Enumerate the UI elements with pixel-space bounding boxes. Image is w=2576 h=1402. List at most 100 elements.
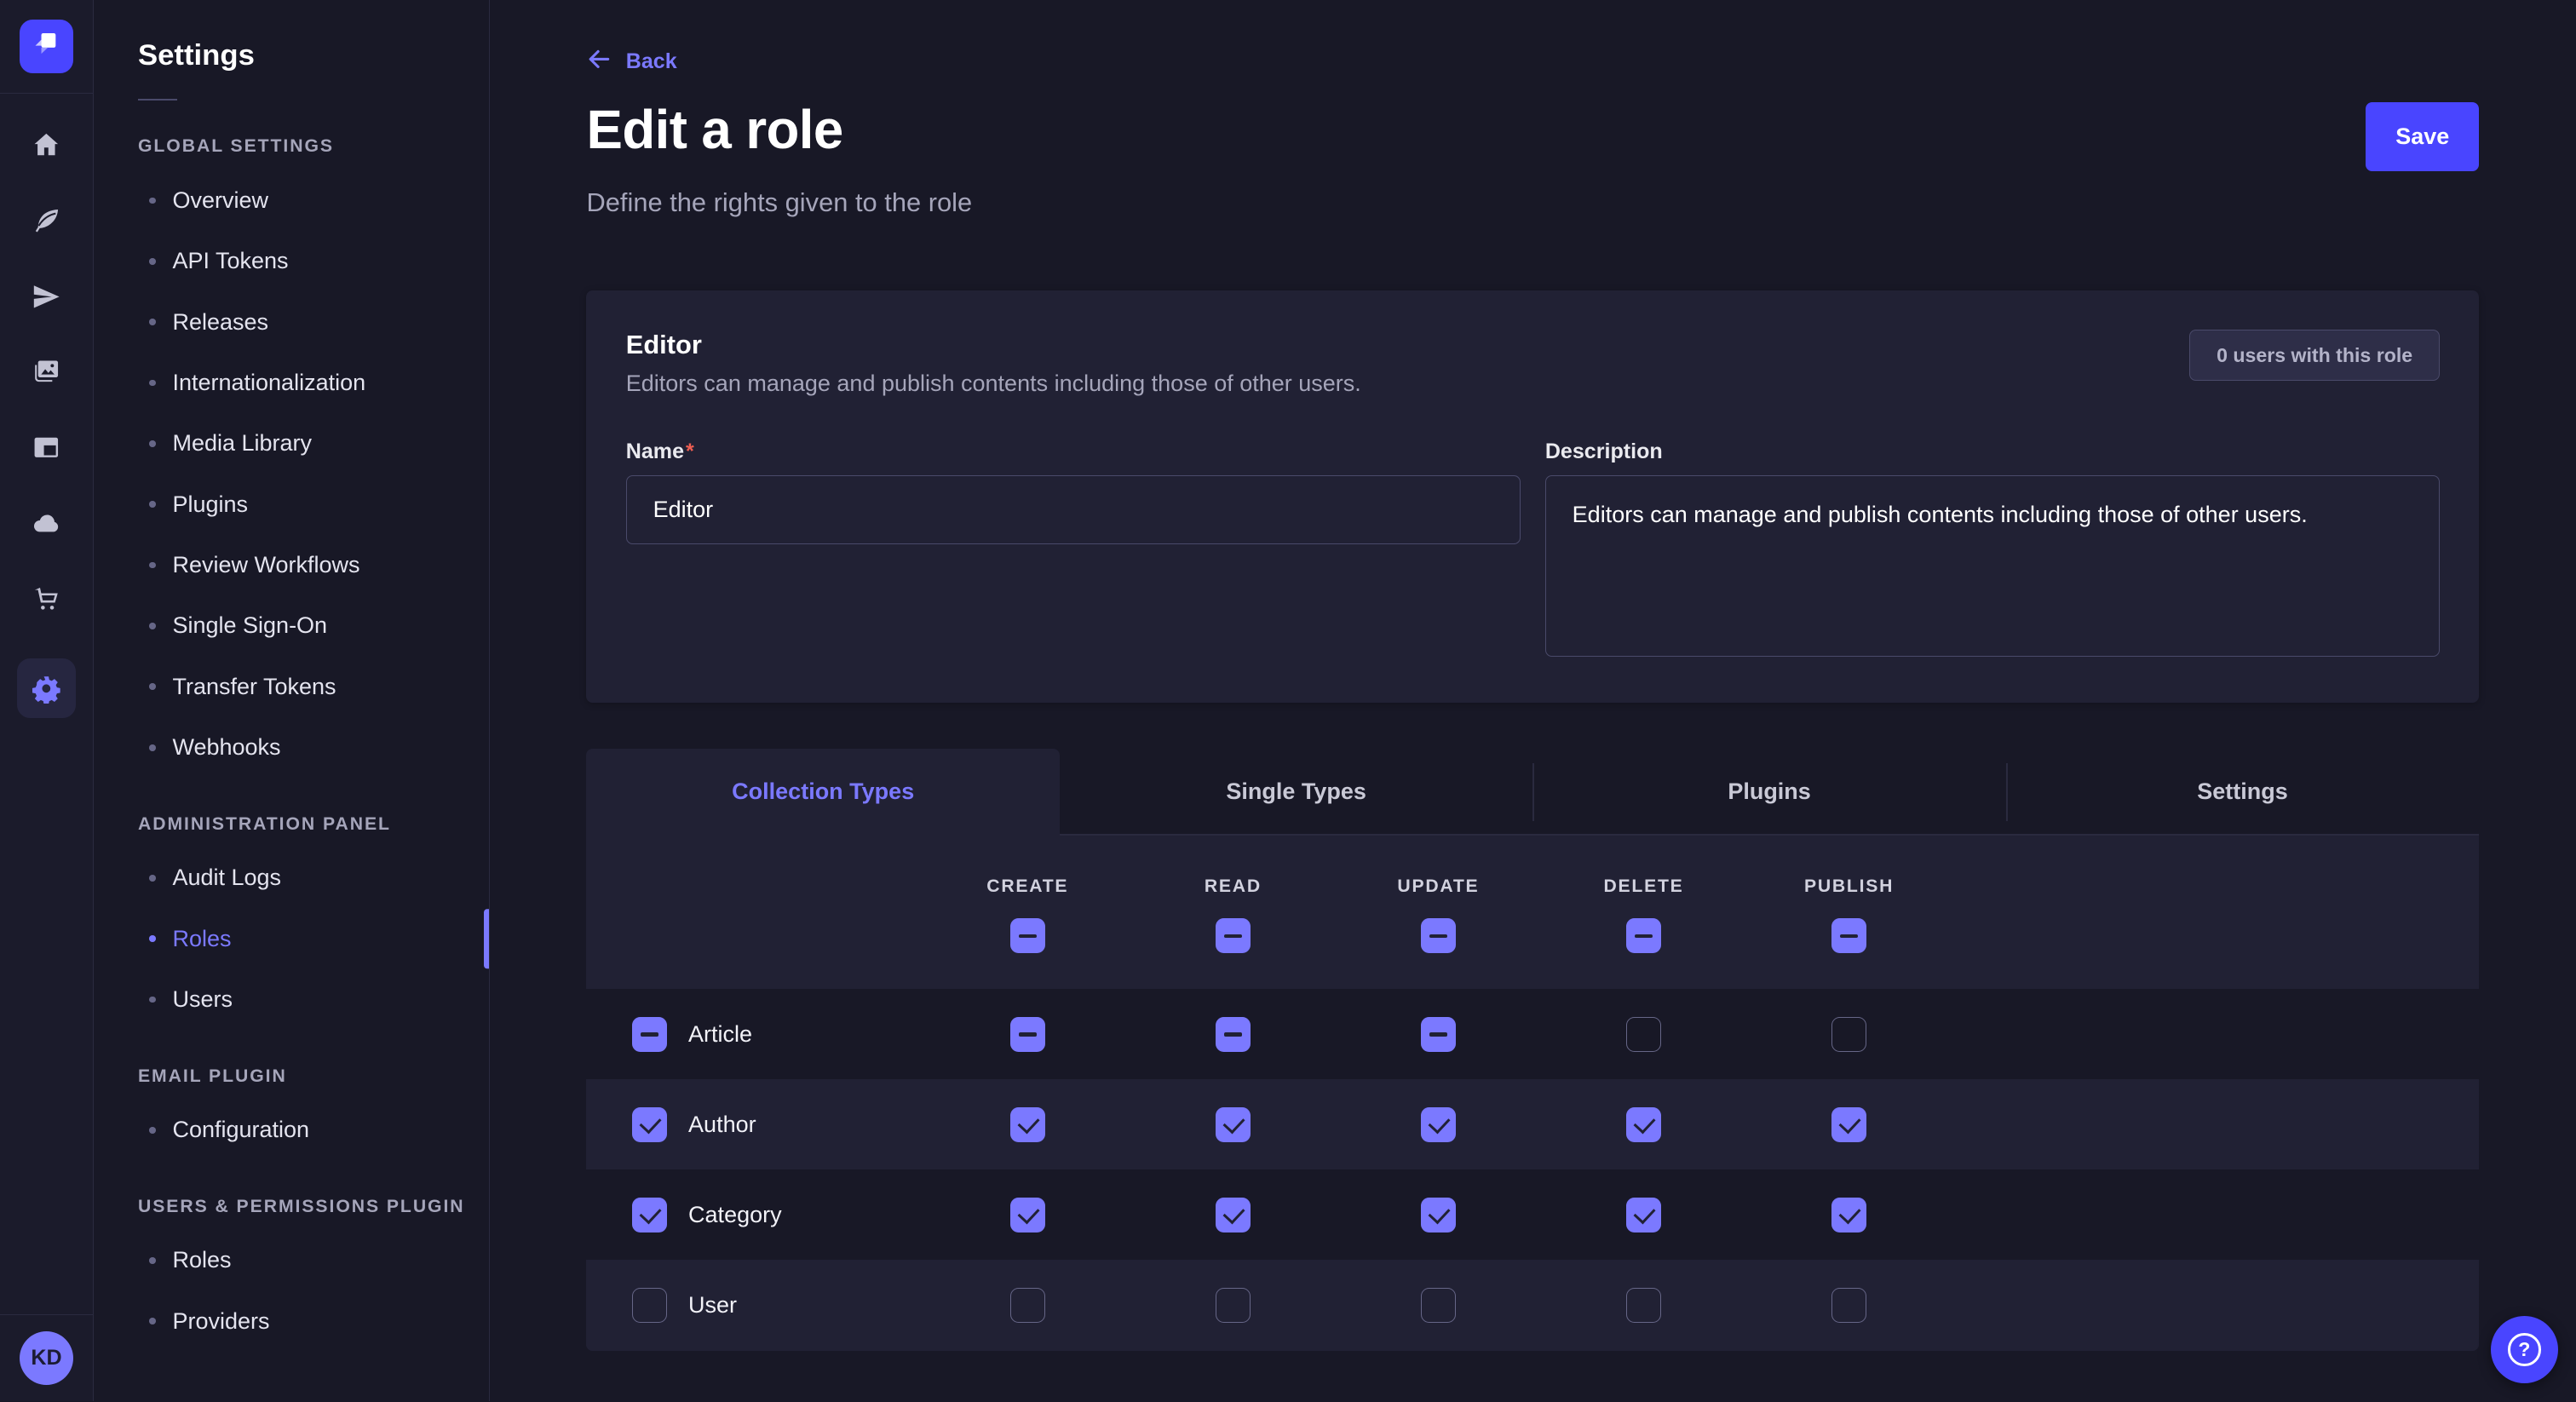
bullet-icon: [149, 744, 156, 751]
master-checkbox-create[interactable]: [1010, 918, 1045, 953]
sidebar-item-label: API Tokens: [172, 248, 288, 274]
checkbox-category-update[interactable]: [1421, 1198, 1456, 1232]
main-content: Back Edit a role Save Define the rights …: [490, 0, 2576, 1401]
tab-plugins[interactable]: Plugins: [1532, 749, 2005, 836]
checkbox-author-publish[interactable]: [1831, 1107, 1866, 1142]
name-field-group: Name*: [626, 440, 1521, 664]
sidebar-item-review-workflows[interactable]: Review Workflows: [94, 535, 489, 595]
sidebar-item-providers[interactable]: Providers: [94, 1291, 489, 1352]
rail-item-marketplace[interactable]: [31, 583, 62, 615]
rail-item-home[interactable]: [31, 129, 62, 161]
sidebar-item-releases[interactable]: Releases: [94, 292, 489, 353]
subnav-title-divider: [138, 99, 177, 101]
row-checkbox-article[interactable]: [632, 1017, 667, 1052]
sidebar-item-transfer-tokens[interactable]: Transfer Tokens: [94, 657, 489, 717]
sidebar-item-roles[interactable]: Roles: [94, 909, 489, 969]
sidebar-item-configuration[interactable]: Configuration: [94, 1100, 489, 1160]
checkbox-author-create[interactable]: [1010, 1107, 1045, 1142]
checkbox-article-delete[interactable]: [1626, 1017, 1661, 1052]
user-avatar[interactable]: KD: [20, 1331, 74, 1386]
checkbox-category-publish[interactable]: [1831, 1198, 1866, 1232]
subnav-section: USERS & PERMISSIONS PLUGINRolesProviders: [94, 1197, 489, 1352]
rail-item-content-manager[interactable]: [31, 205, 62, 237]
sidebar-item-roles[interactable]: Roles: [94, 1230, 489, 1290]
master-checkbox-publish[interactable]: [1831, 918, 1866, 953]
description-textarea[interactable]: Editors can manage and publish contents …: [1545, 475, 2440, 656]
rail-item-content-type-builder[interactable]: [31, 432, 62, 463]
users-with-role-badge[interactable]: 0 users with this role: [2189, 330, 2440, 381]
strapi-logo-button[interactable]: [20, 20, 74, 74]
row-checkbox-author[interactable]: [632, 1107, 667, 1142]
row-checkbox-user[interactable]: [632, 1288, 667, 1323]
sidebar-item-label: Transfer Tokens: [172, 674, 336, 700]
sidebar-item-webhooks[interactable]: Webhooks: [94, 717, 489, 778]
name-input[interactable]: [626, 475, 1521, 544]
checkbox-author-update[interactable]: [1421, 1107, 1456, 1142]
page-subtitle: Define the rights given to the role: [586, 187, 2479, 218]
sidebar-item-internationalization[interactable]: Internationalization: [94, 353, 489, 413]
checkbox-author-delete[interactable]: [1626, 1107, 1661, 1142]
strapi-logo-icon: [31, 27, 62, 66]
rail-item-settings[interactable]: [17, 658, 76, 717]
sidebar-item-media-library[interactable]: Media Library: [94, 413, 489, 474]
permissions-table: CREATEREADUPDATEDELETEPUBLISH ArticleAut…: [586, 836, 2479, 1350]
sidebar-item-label: Media Library: [172, 430, 312, 457]
bullet-icon: [149, 1127, 156, 1134]
sidebar-item-plugins[interactable]: Plugins: [94, 474, 489, 535]
sidebar-item-single-sign-on[interactable]: Single Sign-On: [94, 595, 489, 656]
section-label: EMAIL PLUGIN: [94, 1066, 489, 1087]
rail-item-paper-plane[interactable]: [31, 281, 62, 313]
icon-rail: KD: [0, 0, 94, 1401]
rail-item-cloud[interactable]: [31, 508, 62, 539]
app-window: KD Settings GLOBAL SETTINGS Overview API T…: [0, 0, 2576, 1401]
row-checkbox-category[interactable]: [632, 1198, 667, 1232]
sidebar-item-users[interactable]: Users: [94, 969, 489, 1030]
sidebar-item-audit-logs[interactable]: Audit Logs: [94, 848, 489, 908]
bullet-icon: [149, 440, 156, 447]
sidebar-item-label: Review Workflows: [172, 552, 359, 578]
checkbox-user-delete[interactable]: [1626, 1288, 1661, 1323]
subnav-section: GLOBAL SETTINGS Overview API Tokens Release…: [94, 136, 489, 778]
permissions-card: Collection TypesSingle TypesPluginsSetti…: [586, 749, 2479, 1351]
bullet-icon: [149, 562, 156, 569]
tab-collection-types[interactable]: Collection Types: [586, 749, 1059, 836]
checkbox-user-read[interactable]: [1216, 1288, 1251, 1323]
checkbox-article-publish[interactable]: [1831, 1017, 1866, 1052]
master-checkbox-delete[interactable]: [1626, 918, 1661, 953]
rail-item-media-library[interactable]: [31, 356, 62, 388]
section-label: GLOBAL SETTINGS: [94, 136, 489, 157]
help-button[interactable]: ?: [2491, 1316, 2558, 1383]
master-checkbox-read[interactable]: [1216, 918, 1251, 953]
checkbox-article-update[interactable]: [1421, 1017, 1456, 1052]
checkbox-category-delete[interactable]: [1626, 1198, 1661, 1232]
bullet-icon: [149, 623, 156, 629]
required-asterisk: *: [686, 440, 694, 463]
sidebar-item-overview[interactable]: Overview: [94, 170, 489, 231]
arrow-left-icon: [586, 46, 612, 78]
checkbox-category-create[interactable]: [1010, 1198, 1045, 1232]
role-details-card: Editor Editors can manage and publish co…: [586, 290, 2479, 703]
permission-row-article: Article: [586, 989, 2479, 1079]
tab-single-types[interactable]: Single Types: [1060, 749, 1532, 836]
bullet-icon: [149, 875, 156, 882]
media-library-icon: [31, 356, 62, 388]
master-checkbox-update[interactable]: [1421, 918, 1456, 953]
tab-settings[interactable]: Settings: [2006, 749, 2479, 836]
back-link[interactable]: Back: [586, 46, 676, 78]
checkbox-category-read[interactable]: [1216, 1198, 1251, 1232]
checkbox-author-read[interactable]: [1216, 1107, 1251, 1142]
permission-row-user: User: [586, 1260, 2479, 1350]
save-button[interactable]: Save: [2366, 102, 2479, 171]
sidebar-item-api-tokens[interactable]: API Tokens: [94, 231, 489, 291]
sidebar-item-label: Roles: [172, 1247, 231, 1273]
checkbox-user-update[interactable]: [1421, 1288, 1456, 1323]
section-label: ADMINISTRATION PANEL: [94, 814, 489, 835]
checkbox-article-read[interactable]: [1216, 1017, 1251, 1052]
sidebar-item-label: Users: [172, 986, 233, 1013]
checkbox-user-publish[interactable]: [1831, 1288, 1866, 1323]
checkbox-user-create[interactable]: [1010, 1288, 1045, 1323]
column-header-publish: PUBLISH: [1804, 876, 1894, 897]
checkbox-article-create[interactable]: [1010, 1017, 1045, 1052]
sidebar-item-label: Single Sign-On: [172, 612, 327, 639]
row-label: Category: [688, 1202, 782, 1228]
